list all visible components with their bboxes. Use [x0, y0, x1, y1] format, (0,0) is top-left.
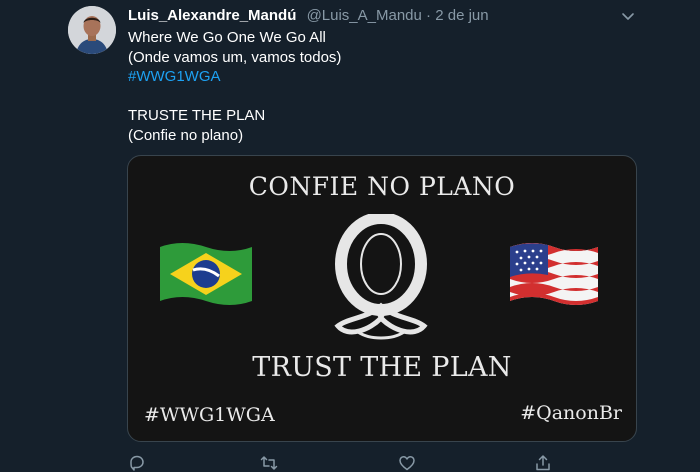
image-title: CONFIE NO PLANO: [248, 172, 516, 201]
flag-usa-icon: [510, 243, 598, 305]
tweet-text-line: Where We Go One We Go All: [128, 29, 326, 46]
tweet-media-image[interactable]: CONFIE NO PLANO TRUST THE PLAN #WWG1WGA …: [127, 155, 637, 442]
like-icon[interactable]: [398, 454, 416, 472]
author-handle[interactable]: @Luis_A_Mandu: [307, 7, 422, 24]
avatar-image: [68, 6, 116, 54]
hashtag-link[interactable]: #WWG1WGA: [128, 67, 648, 87]
q-logo-icon: [334, 214, 428, 340]
tweet-text-line: (Confie no plano): [128, 126, 244, 144]
image-hashtag-left: #WWG1WGA: [144, 404, 275, 426]
image-hashtag-right: #QanonBr: [520, 402, 622, 424]
tweet-text-line: TRUSTE THE PLAN: [128, 107, 266, 124]
tweet-date[interactable]: 2 de jun: [435, 7, 488, 24]
image-subtitle: TRUST THE PLAN: [252, 352, 512, 383]
tweet-header: Luis_Alexandre_Mandú @Luis_A_Mandu · 2 d…: [128, 7, 489, 24]
tweet-actions: [0, 448, 700, 472]
retweet-icon[interactable]: [260, 454, 278, 472]
tweet-text-line: (Onde vamos um, vamos todos): [128, 48, 342, 66]
flag-brazil-icon: [160, 243, 252, 305]
reply-icon[interactable]: [128, 454, 146, 472]
chevron-down-icon[interactable]: [620, 8, 636, 24]
tweet-text: Where We Go One We Go All (Onde vamos um…: [128, 28, 648, 145]
avatar[interactable]: [68, 6, 116, 54]
separator-dot: ·: [426, 7, 432, 24]
share-icon[interactable]: [534, 454, 552, 472]
tweet: Luis_Alexandre_Mandú @Luis_A_Mandu · 2 d…: [0, 0, 700, 472]
author-name[interactable]: Luis_Alexandre_Mandú: [128, 7, 296, 24]
tweet-text-line: [128, 87, 648, 107]
